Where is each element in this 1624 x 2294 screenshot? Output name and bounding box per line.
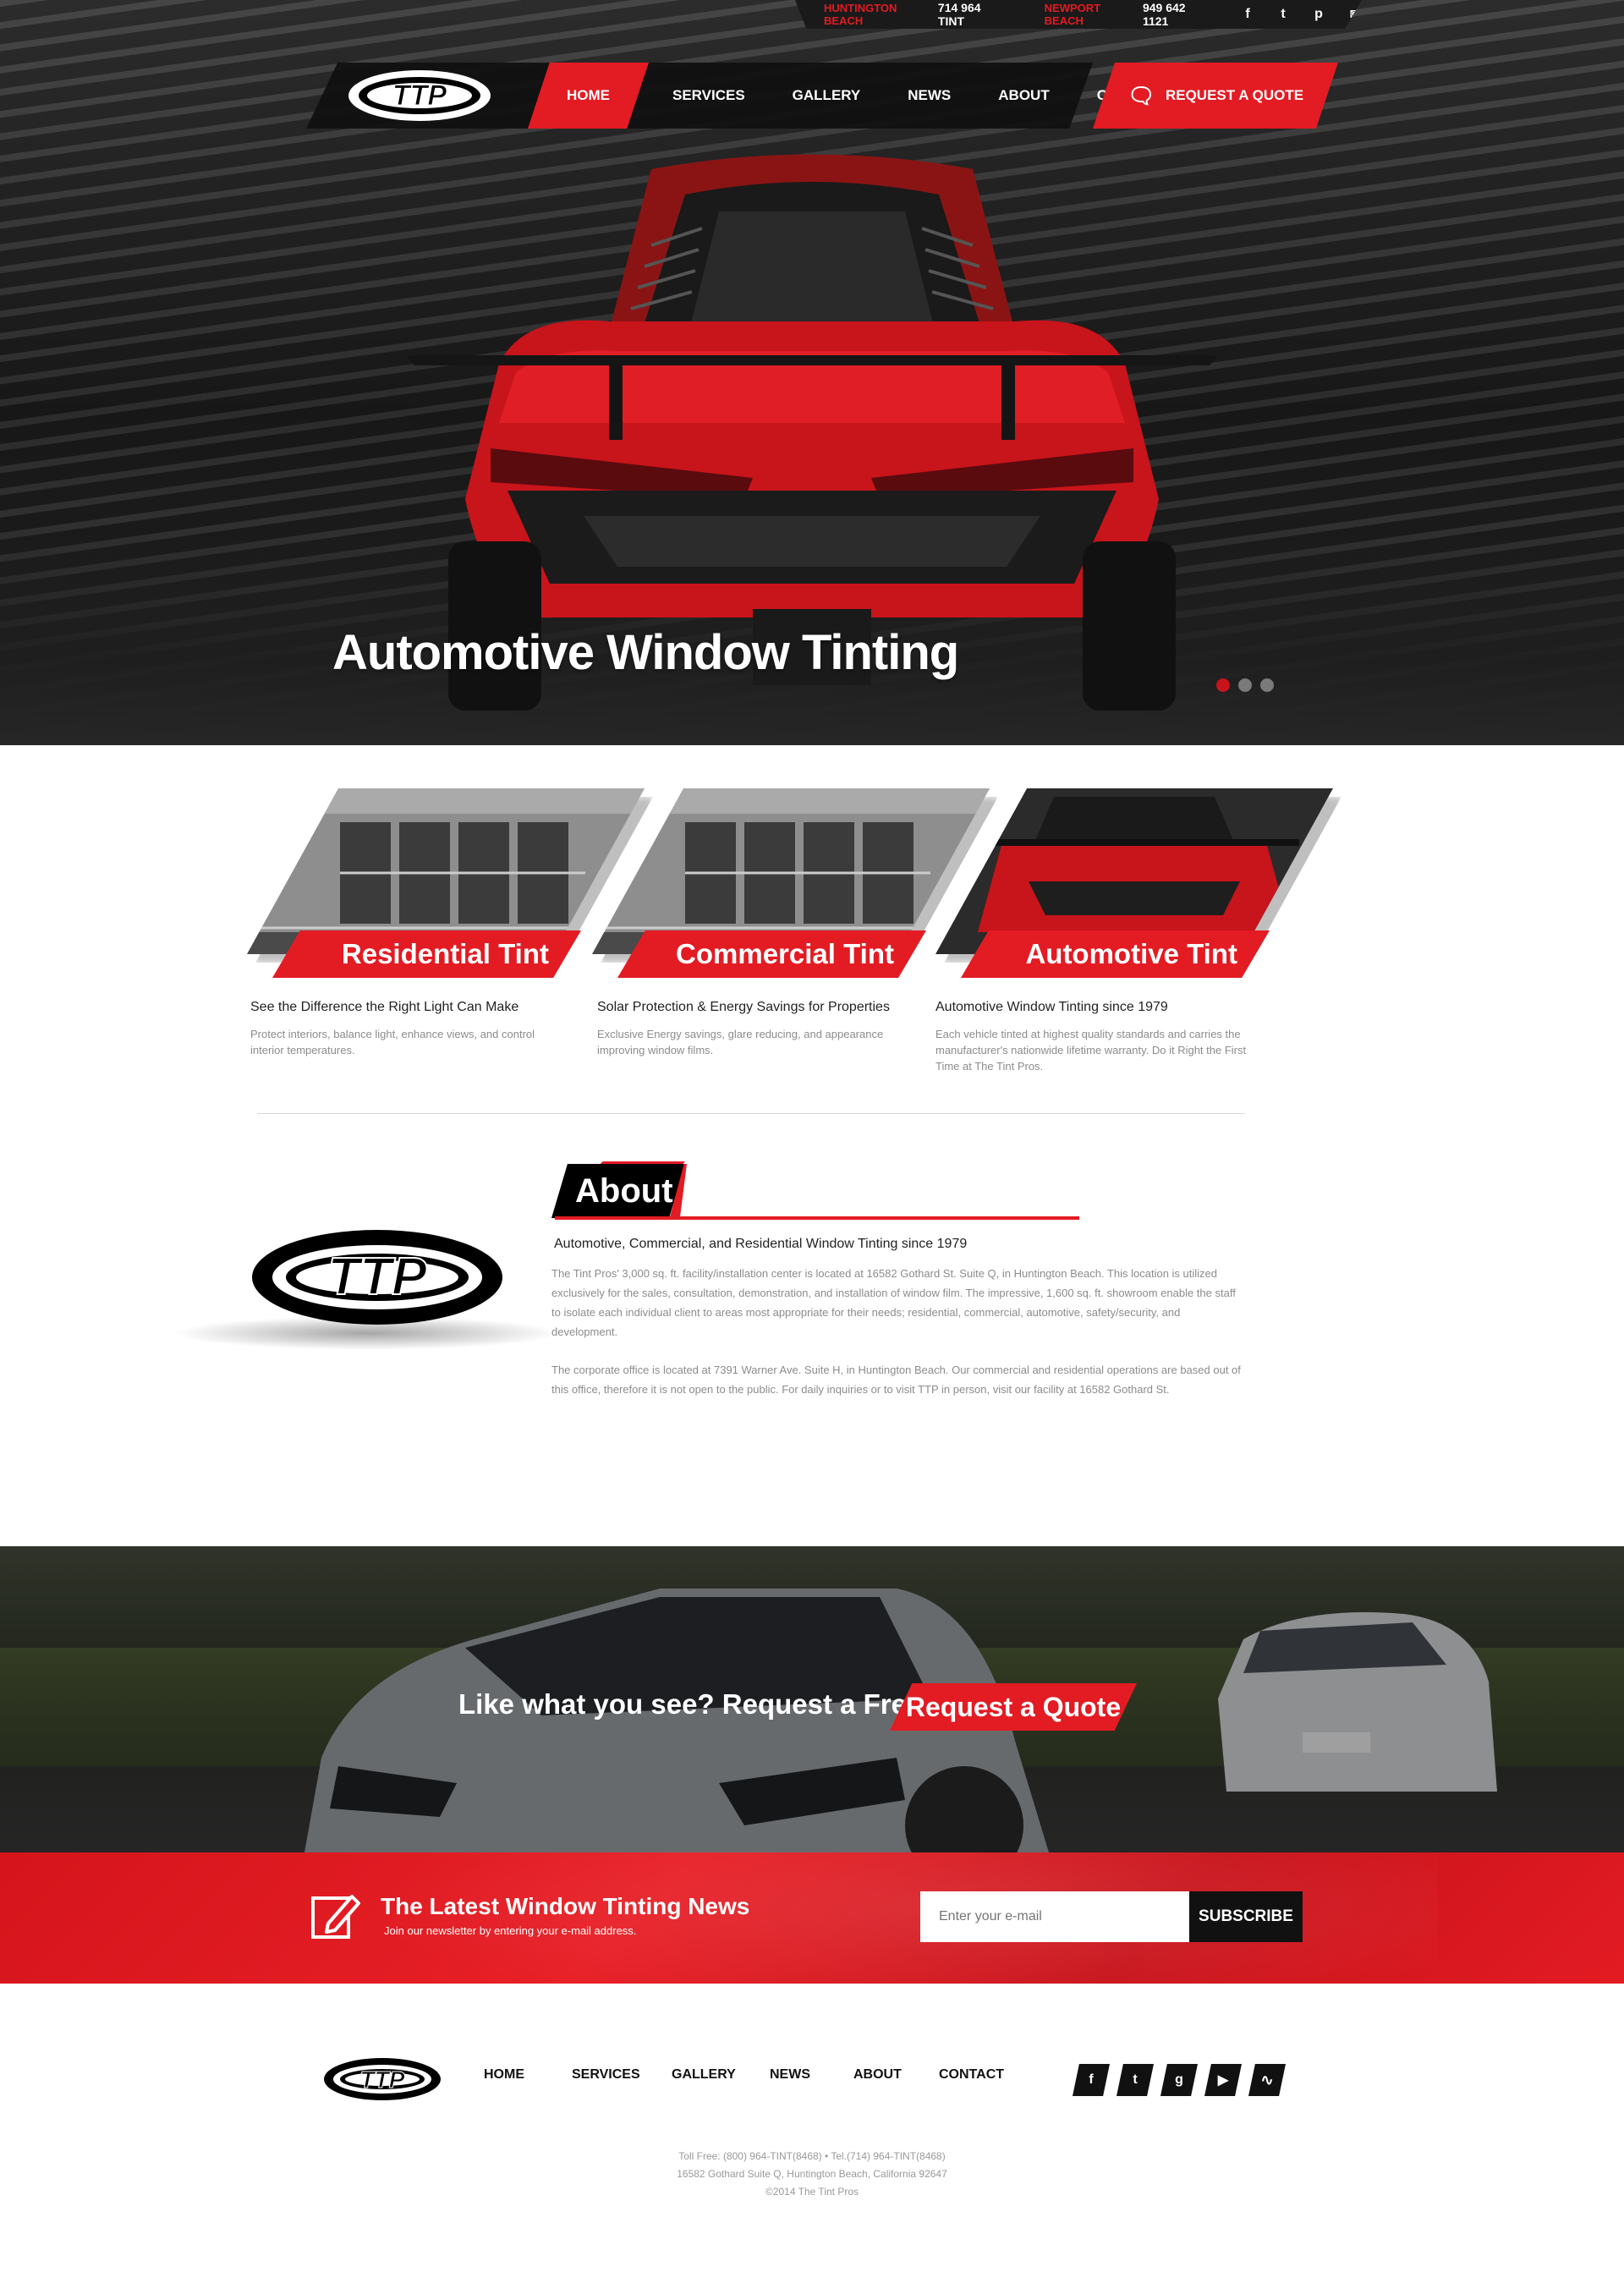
service-heading-commercial: Solar Protection & Energy Savings for Pr…: [597, 1000, 890, 1014]
service-heading-residential: See the Difference the Right Light Can M…: [250, 1000, 519, 1014]
facebook-icon[interactable]: f: [1240, 7, 1255, 22]
phone-newport[interactable]: 949 642 1121: [1143, 1, 1210, 28]
service-card-residential[interactable]: Residential Tint: [247, 788, 653, 978]
footer-phones: Toll Free: (800) 964-TINT(8468) • Tel.(7…: [678, 2150, 946, 2162]
footer-copyright: ©2014 The Tint Pros: [765, 2186, 859, 2198]
about-paragraph-1: The Tint Pros' 3,000 sq. ft. facility/in…: [551, 1267, 1236, 1338]
nav-gallery[interactable]: GALLERY: [769, 63, 885, 129]
chat-bubble-icon: 🗨: [1127, 82, 1155, 108]
facebook-icon[interactable]: f: [1073, 2064, 1110, 2096]
about-title: About: [551, 1164, 685, 1218]
main-navigation: TTP HOME SERVICES GALLERY NEWS ABOUT CON…: [306, 63, 1338, 129]
footer-logo-text: TTP: [360, 2066, 405, 2093]
nav-about[interactable]: ABOUT: [974, 63, 1073, 129]
footer-nav-home[interactable]: HOME: [484, 2067, 572, 2083]
footer-nav-about[interactable]: ABOUT: [853, 2067, 939, 2083]
service-card-automotive[interactable]: Automotive Tint: [935, 788, 1341, 978]
top-contact-bar: HUNTINGTON BEACH 714 964 TINT NEWPORT BE…: [795, 0, 1362, 29]
footer-ttp-logo[interactable]: TTP: [323, 2057, 442, 2101]
slider-pagination: [1216, 678, 1274, 692]
ttp-logo[interactable]: TTP: [347, 69, 492, 122]
twitter-icon[interactable]: t: [1116, 2064, 1154, 2096]
hero-title: Automotive Window Tinting: [332, 625, 959, 680]
about-paragraph-2: The corporate office is located at 7391 …: [551, 1364, 1241, 1396]
logo-text: TTP: [392, 80, 447, 112]
residential-image: [247, 788, 645, 954]
slider-dot-2[interactable]: [1238, 678, 1252, 692]
footer-address: 16582 Gothard Suite Q, Huntington Beach,…: [677, 2168, 947, 2180]
footer-social-links: f t g ▶ ∿: [1073, 2064, 1286, 2096]
request-quote-cta-button[interactable]: Request a Quote: [890, 1683, 1137, 1731]
slider-dot-1[interactable]: [1216, 678, 1230, 692]
footer-nav-contact[interactable]: CONTACT: [939, 2067, 1004, 2083]
top-social-links: f t p ◙: [1240, 7, 1362, 22]
section-divider: [257, 1113, 1245, 1114]
about-heading: Automotive, Commercial, and Residential …: [554, 1237, 968, 1251]
automotive-image: [935, 788, 1333, 954]
google-plus-icon[interactable]: g: [1160, 2064, 1198, 2096]
nav-services[interactable]: SERVICES: [649, 63, 769, 129]
service-text-automotive: Each vehicle tinted at highest quality s…: [935, 1028, 1247, 1073]
location-huntington: HUNTINGTON BEACH: [824, 2, 897, 27]
hero-slider: HUNTINGTON BEACH 714 964 TINT NEWPORT BE…: [0, 0, 1624, 745]
service-heading-automotive: Automotive Window Tinting since 1979: [935, 1000, 1168, 1014]
location-newport: NEWPORT BEACH: [1044, 2, 1101, 27]
slider-dot-3[interactable]: [1260, 678, 1274, 692]
nav-home[interactable]: HOME: [528, 63, 649, 129]
rss-icon[interactable]: ∿: [1248, 2064, 1286, 2096]
footer-nav-services[interactable]: SERVICES: [572, 2067, 672, 2083]
phone-huntington[interactable]: 714 964 TINT: [938, 1, 1006, 28]
footer-nav-news[interactable]: NEWS: [770, 2067, 853, 2083]
instagram-icon[interactable]: ◙: [1347, 7, 1362, 22]
nav-menu: HOME SERVICES GALLERY NEWS ABOUT CONTACT: [528, 63, 1190, 129]
newsletter-section: [0, 1852, 1624, 1984]
footer-nav-gallery[interactable]: GALLERY: [672, 2067, 770, 2083]
newsletter-subtitle: Join our newsletter by entering your e-m…: [384, 1924, 637, 1937]
nav-news[interactable]: NEWS: [884, 63, 974, 129]
pinterest-icon[interactable]: p: [1311, 7, 1326, 22]
footer-navigation: HOME SERVICES GALLERY NEWS ABOUT CONTACT: [484, 2067, 1004, 2083]
request-quote-label: REQUEST A QUOTE: [1165, 87, 1304, 103]
pencil-note-icon: [311, 1895, 360, 1939]
newsletter-title: The Latest Window Tinting News: [381, 1893, 750, 1919]
about-underline: [555, 1216, 1079, 1220]
twitter-icon[interactable]: t: [1276, 7, 1291, 22]
service-text-commercial: Exclusive Energy savings, glare reducing…: [597, 1028, 884, 1056]
service-text-residential: Protect interiors, balance light, enhanc…: [250, 1028, 535, 1056]
service-card-commercial[interactable]: Commercial Tint: [592, 788, 998, 978]
subscribe-button[interactable]: SUBSCRIBE: [1189, 1891, 1303, 1942]
commercial-image: [592, 788, 990, 954]
about-ttp-logo: TTP: [252, 1230, 502, 1325]
about-logo-text: TTP: [327, 1248, 427, 1306]
youtube-icon[interactable]: ▶: [1204, 2064, 1242, 2096]
service-title-band: Commercial Tint: [617, 930, 926, 978]
email-input[interactable]: [920, 1891, 1189, 1942]
request-quote-button[interactable]: 🗨 REQUEST A QUOTE: [1093, 63, 1338, 129]
service-title-band: Residential Tint: [272, 930, 581, 978]
service-title-band: Automotive Tint: [961, 930, 1270, 978]
